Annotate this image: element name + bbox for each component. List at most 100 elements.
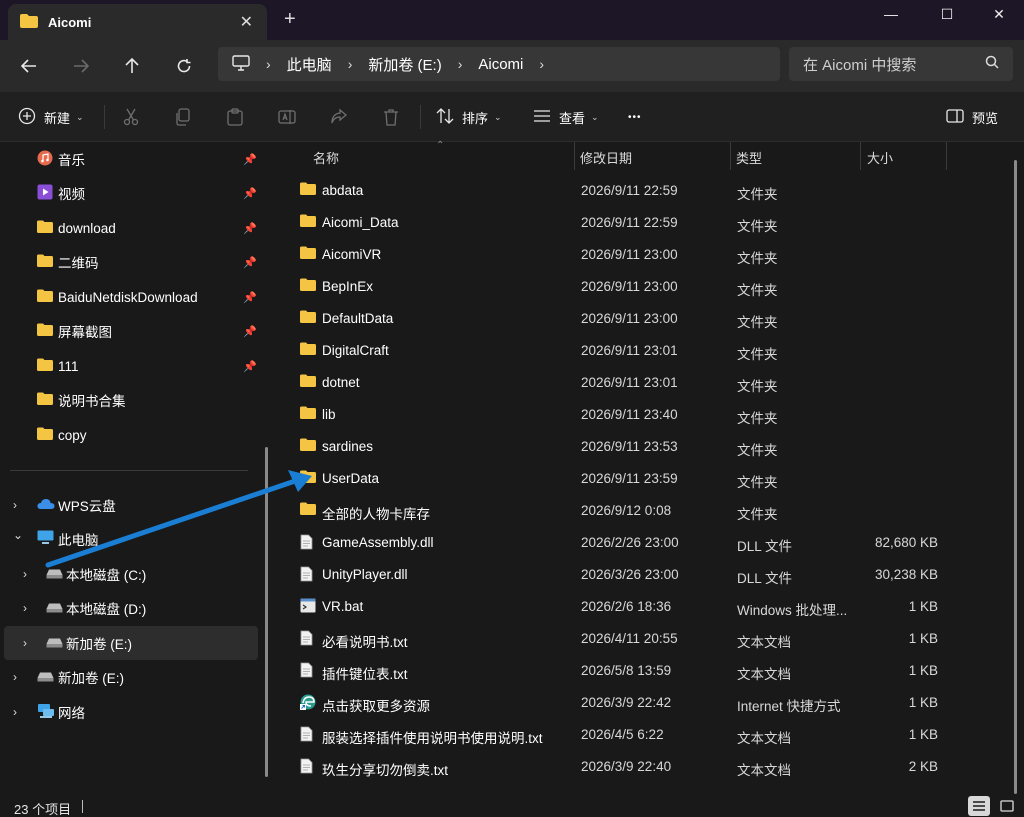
table-row[interactable]: lib 2026/9/11 23:40 文件夹 xyxy=(278,398,958,430)
sidebar-item-network[interactable]: › 网络 xyxy=(0,695,258,729)
sidebar-scrollbar[interactable] xyxy=(265,447,268,777)
table-row[interactable]: 服装选择插件使用说明书使用说明.txt 2026/4/5 6:22 文本文档 1 KB xyxy=(278,718,958,750)
more-button[interactable]: ••• xyxy=(628,104,642,130)
breadcrumb-drive-e[interactable]: 新加卷 (E:) xyxy=(368,54,441,75)
chevron-right-icon[interactable]: › xyxy=(348,56,353,72)
sidebar-item-this-pc[interactable]: ⌄ 此电脑 xyxy=(0,522,258,556)
forward-button[interactable] xyxy=(67,53,95,79)
edge-shortcut-icon xyxy=(300,694,316,713)
sidebar-item-screenshots[interactable]: 屏幕截图 📌 xyxy=(0,314,258,348)
chevron-right-icon[interactable]: › xyxy=(23,567,27,581)
sidebar-item-label: 本地磁盘 (C:) xyxy=(66,568,147,583)
table-row[interactable]: abdata 2026/9/11 22:59 文件夹 xyxy=(278,174,958,206)
column-divider[interactable] xyxy=(946,142,947,170)
column-divider[interactable] xyxy=(574,142,575,170)
table-row[interactable]: 全部的人物卡库存 2026/9/12 0:08 文件夹 xyxy=(278,494,958,526)
maximize-button[interactable]: ☐ xyxy=(924,0,970,28)
paste-icon[interactable] xyxy=(224,106,246,128)
table-row[interactable]: BepInEx 2026/9/11 23:00 文件夹 xyxy=(278,270,958,302)
details-view-button[interactable] xyxy=(968,796,990,816)
table-row[interactable]: GameAssembly.dll 2026/2/26 23:00 DLL 文件 82,… xyxy=(278,526,958,558)
column-divider[interactable] xyxy=(860,142,861,170)
chevron-right-icon[interactable]: › xyxy=(23,601,27,615)
chevron-right-icon[interactable]: › xyxy=(266,56,271,72)
view-button[interactable]: 查看 ⌄ xyxy=(533,104,599,130)
file-type: Internet 快捷方式 xyxy=(737,699,841,714)
table-row[interactable]: UnityPlayer.dll 2026/3/26 23:00 DLL 文件 30,2… xyxy=(278,558,958,590)
table-row[interactable]: DigitalCraft 2026/9/11 23:01 文件夹 xyxy=(278,334,958,366)
chevron-down-icon[interactable]: ⌄ xyxy=(13,528,23,542)
breadcrumb-aicomi[interactable]: Aicomi xyxy=(478,56,523,73)
sort-button[interactable]: 排序 ⌄ xyxy=(436,104,502,130)
minimize-button[interactable]: — xyxy=(868,0,914,28)
sidebar-item-music[interactable]: 音乐 📌 xyxy=(0,142,258,176)
share-icon[interactable] xyxy=(328,106,350,128)
column-date[interactable]: 修改日期 xyxy=(580,148,632,167)
table-row[interactable]: DefaultData 2026/9/11 23:00 文件夹 xyxy=(278,302,958,334)
file-icon xyxy=(300,566,313,585)
table-row[interactable]: Aicomi_Data 2026/9/11 22:59 文件夹 xyxy=(278,206,958,238)
sidebar-item-download[interactable]: download 📌 xyxy=(0,211,258,245)
table-row[interactable]: 点击获取更多资源 2026/3/9 22:42 Internet 快捷方式 1 KB xyxy=(278,686,958,718)
sidebar-item-label: 屏幕截图 xyxy=(58,325,112,340)
close-window-button[interactable]: ✕ xyxy=(976,0,1022,28)
breadcrumb[interactable]: › 此电脑 › 新加卷 (E:) › Aicomi › xyxy=(218,47,780,81)
chevron-right-icon[interactable]: › xyxy=(23,636,27,650)
rename-icon[interactable] xyxy=(276,106,298,128)
sidebar-item-wps-cloud[interactable]: › WPS云盘 xyxy=(0,488,258,522)
copy-icon[interactable] xyxy=(172,106,194,128)
chevron-right-icon[interactable]: › xyxy=(458,56,463,72)
file-date: 2026/9/12 0:08 xyxy=(581,503,672,518)
sidebar-item-baidunetdisk[interactable]: BaiduNetdiskDownload 📌 xyxy=(0,280,258,314)
tab-aicomi[interactable]: Aicomi ✕ xyxy=(8,4,267,40)
sidebar-item-copy[interactable]: copy xyxy=(0,418,258,452)
breadcrumb-this-pc[interactable]: 此电脑 xyxy=(287,54,332,75)
refresh-button[interactable] xyxy=(170,53,198,79)
new-button[interactable]: 新建 ⌄ xyxy=(18,104,84,130)
plus-circle-icon xyxy=(18,107,36,128)
chevron-right-icon[interactable]: › xyxy=(13,498,17,512)
tiles-view-button[interactable] xyxy=(996,796,1018,816)
search-input[interactable]: 在 Aicomi 中搜索 xyxy=(789,47,1013,81)
chevron-right-icon[interactable]: › xyxy=(13,670,17,684)
address-bar: › 此电脑 › 新加卷 (E:) › Aicomi › 在 Aicomi 中搜索 xyxy=(0,40,1024,92)
table-row[interactable]: AicomiVR 2026/9/11 23:00 文件夹 xyxy=(278,238,958,270)
sidebar-item-qrcode[interactable]: 二维码 📌 xyxy=(0,245,258,279)
file-type: 文件夹 xyxy=(737,507,778,522)
preview-button[interactable]: 预览 xyxy=(946,104,998,130)
toolbar-divider xyxy=(104,105,105,129)
chevron-right-icon[interactable]: › xyxy=(13,705,17,719)
file-name: DigitalCraft xyxy=(322,343,389,358)
table-row[interactable]: 玖生分享切勿倒卖.txt 2026/3/9 22:40 文本文档 2 KB xyxy=(278,750,958,782)
file-type: 文件夹 xyxy=(737,347,778,362)
file-date: 2026/9/11 23:00 xyxy=(581,279,678,294)
chevron-right-icon[interactable]: › xyxy=(539,56,544,72)
drive-icon xyxy=(46,567,63,582)
file-list-scrollbar[interactable] xyxy=(1014,160,1017,794)
sidebar-item-drive-e-selected[interactable]: › 新加卷 (E:) xyxy=(4,626,258,660)
tab-close-icon[interactable]: ✕ xyxy=(240,12,253,32)
new-tab-button[interactable]: + xyxy=(284,8,296,31)
table-row[interactable]: sardines 2026/9/11 23:53 文件夹 xyxy=(278,430,958,462)
back-button[interactable] xyxy=(15,53,43,79)
table-row[interactable]: UserData 2026/9/11 23:59 文件夹 xyxy=(278,462,958,494)
column-size[interactable]: 大小 xyxy=(867,148,893,167)
sidebar-item-drive-c[interactable]: › 本地磁盘 (C:) xyxy=(0,557,258,591)
sidebar-item-drive-e[interactable]: › 新加卷 (E:) xyxy=(0,660,258,694)
column-divider[interactable] xyxy=(730,142,731,170)
sidebar-item-manuals[interactable]: 说明书合集 xyxy=(0,383,258,417)
sidebar-item-drive-d[interactable]: › 本地磁盘 (D:) xyxy=(0,591,258,625)
table-row[interactable]: dotnet 2026/9/11 23:01 文件夹 xyxy=(278,366,958,398)
table-row[interactable]: 必看说明书.txt 2026/4/11 20:55 文本文档 1 KB xyxy=(278,622,958,654)
column-name[interactable]: 名称 xyxy=(313,148,339,167)
up-button[interactable] xyxy=(118,53,146,79)
table-row[interactable]: 插件键位表.txt 2026/5/8 13:59 文本文档 1 KB xyxy=(278,654,958,686)
delete-icon[interactable] xyxy=(380,106,402,128)
column-type[interactable]: 类型 xyxy=(736,148,762,167)
cut-icon[interactable] xyxy=(120,106,142,128)
sidebar-item-video[interactable]: 视频 📌 xyxy=(0,176,258,210)
sidebar-item-111[interactable]: 111 📌 xyxy=(0,349,258,383)
sidebar-item-label: 视频 xyxy=(58,187,85,202)
file-type: 文件夹 xyxy=(737,251,778,266)
table-row[interactable]: VR.bat 2026/2/6 18:36 Windows 批处理... 1 KB xyxy=(278,590,958,622)
